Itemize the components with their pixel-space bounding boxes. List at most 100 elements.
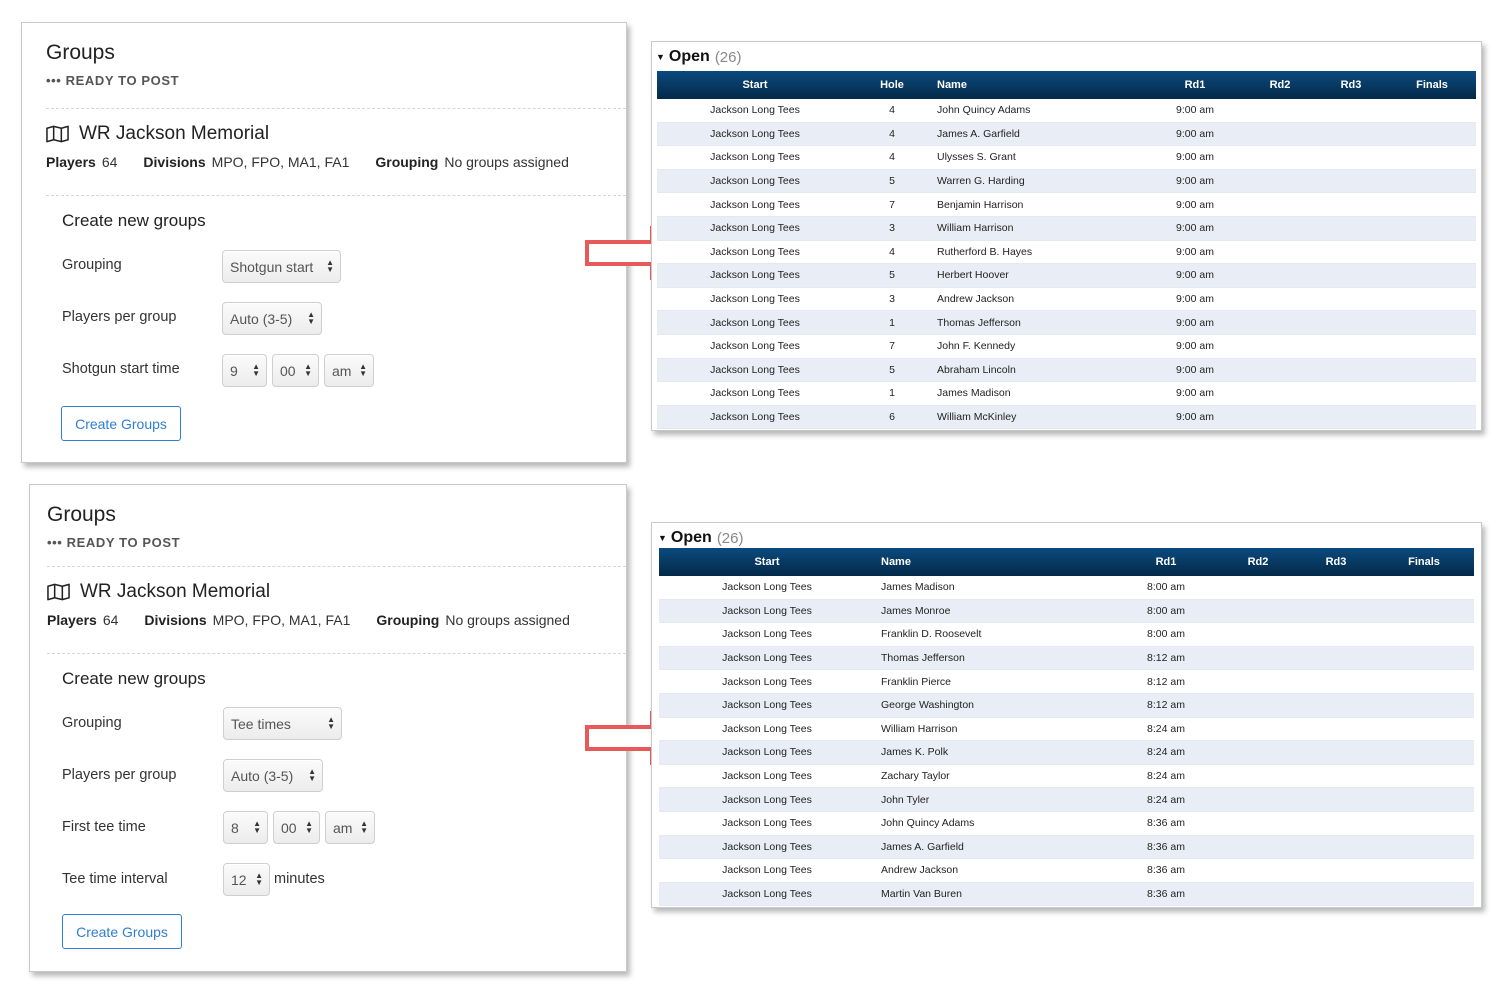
cell-name: Ulysses S. Grant	[937, 151, 1016, 164]
cell-start: Jackson Long Tees	[710, 198, 800, 211]
col-rd1: Rd1	[1184, 79, 1206, 91]
col-rd3: Rd3	[1325, 556, 1347, 568]
cell-start: Jackson Long Tees	[710, 316, 800, 329]
cell-start: Jackson Long Tees	[722, 604, 812, 617]
tee-interval-label: Tee time interval	[62, 871, 168, 887]
select-arrows-icon: ▲ ▼	[252, 362, 260, 378]
col-rd2: Rd2	[1247, 556, 1269, 568]
minute-select[interactable]: 00 ▲ ▼	[273, 811, 320, 844]
event-meta: Players 64 Divisions MPO, FPO, MA1, FA1 Grou…	[47, 612, 570, 628]
ampm-select[interactable]: am ▲ ▼	[325, 811, 375, 844]
col-rd2: Rd2	[1269, 79, 1291, 91]
hour-select[interactable]: 8 ▲ ▼	[223, 811, 268, 844]
grouping-value: No groups assigned	[445, 612, 570, 628]
players-label: Players	[46, 154, 96, 170]
table-row: Jackson Long Tees 5 Herbert Hoover 9:00 am	[657, 264, 1476, 288]
ampm-value: am	[333, 819, 353, 836]
cell-start: Jackson Long Tees	[710, 175, 800, 188]
event-header: WR Jackson Memorial	[46, 123, 269, 145]
table-row: Jackson Long Tees 5 Abraham Lincoln 9:00 am	[657, 358, 1476, 383]
cell-rd1: 8:36 am	[1147, 864, 1185, 877]
players-count: 64	[102, 612, 119, 628]
cell-start: Jackson Long Tees	[722, 722, 812, 735]
grouping-select[interactable]: Shotgun start ▲ ▼	[222, 250, 341, 283]
cell-name: Abraham Lincoln	[937, 363, 1016, 376]
division-name: Open	[668, 48, 710, 65]
cell-rd1: 9:00 am	[1176, 411, 1214, 424]
select-arrows-icon: ▲ ▼	[360, 819, 368, 835]
map-icon	[46, 125, 69, 143]
tee-interval-select[interactable]: 12 ▲ ▼	[223, 863, 270, 896]
division-toggle[interactable]: ▼ Open (26)	[656, 48, 742, 66]
ampm-select[interactable]: am ▲ ▼	[324, 354, 374, 387]
cell-rd1: 9:00 am	[1176, 387, 1214, 400]
cell-name: Zachary Taylor	[881, 770, 950, 783]
players-per-group-select[interactable]: Auto (3-5) ▲ ▼	[222, 302, 322, 335]
cell-start: Jackson Long Tees	[722, 770, 812, 783]
table-row: Jackson Long Tees John Quincy Adams 8:36 a…	[659, 812, 1474, 836]
players-per-group-value: Auto (3-5)	[231, 767, 294, 784]
table-row: Jackson Long Tees George Washington 8:12 a…	[659, 693, 1474, 718]
table-row: Jackson Long Tees James A. Garfield 8:36 a…	[659, 835, 1474, 860]
interval-unit: minutes	[274, 871, 325, 887]
table-row: Jackson Long Tees Martin Van Buren 8:36 am	[659, 882, 1474, 907]
cell-start: Jackson Long Tees	[710, 387, 800, 400]
cell-start: Jackson Long Tees	[722, 840, 812, 853]
division-toggle[interactable]: ▼ Open (26)	[658, 529, 744, 547]
table-row: Jackson Long Tees James Monroe 8:00 am	[659, 599, 1474, 624]
grouping-select[interactable]: Tee times ▲ ▼	[223, 707, 342, 740]
table-row: Jackson Long Tees John Tyler 8:24 am	[659, 788, 1474, 812]
first-tee-time-label: First tee time	[62, 819, 146, 835]
cell-rd1: 9:00 am	[1176, 269, 1214, 282]
grouping-field-label: Grouping	[62, 257, 122, 273]
start-time-label: Shotgun start time	[62, 361, 180, 377]
collapse-triangle-icon: ▼	[656, 52, 665, 62]
create-groups-button[interactable]: Create Groups	[62, 914, 182, 949]
cell-start: Jackson Long Tees	[722, 817, 812, 830]
table-header: Start Hole Name Rd1 Rd2 Rd3 Finals	[657, 71, 1476, 99]
cell-start: Jackson Long Tees	[710, 269, 800, 282]
cell-name: John Quincy Adams	[937, 104, 1031, 117]
create-groups-button[interactable]: Create Groups	[61, 406, 181, 441]
select-arrows-icon: ▲ ▼	[359, 362, 367, 378]
create-groups-title: Create new groups	[62, 211, 206, 230]
event-meta: Players 64 Divisions MPO, FPO, MA1, FA1 Grou…	[46, 154, 569, 170]
divisions-label: Divisions	[144, 612, 207, 628]
cell-rd1: 8:24 am	[1147, 793, 1185, 806]
cell-hole: 5	[889, 363, 895, 376]
tee-interval-value: 12	[231, 871, 247, 888]
cell-rd1: 9:00 am	[1176, 293, 1214, 306]
divisions-value: MPO, FPO, MA1, FA1	[212, 612, 351, 628]
results-table: Start Name Rd1 Rd2 Rd3 Finals Jackson Lo…	[659, 548, 1474, 907]
cell-name: Benjamin Harrison	[937, 198, 1024, 211]
table-row: Jackson Long Tees 4 Ulysses S. Grant 9:00 a…	[657, 146, 1476, 170]
table-row: Jackson Long Tees Thomas Jefferson 8:12 am	[659, 646, 1474, 671]
cell-start: Jackson Long Tees	[722, 581, 812, 594]
table-row: Jackson Long Tees 1 James Madison 9:00 am	[657, 382, 1476, 406]
minute-select[interactable]: 00 ▲ ▼	[272, 354, 319, 387]
cell-rd1: 9:00 am	[1176, 198, 1214, 211]
cell-rd1: 8:12 am	[1147, 652, 1185, 665]
hour-select[interactable]: 9 ▲ ▼	[222, 354, 267, 387]
cell-name: Thomas Jefferson	[881, 652, 965, 665]
divisions-value: MPO, FPO, MA1, FA1	[211, 154, 350, 170]
table-row: Jackson Long Tees 5 Warren G. Harding 9:00 …	[657, 169, 1476, 194]
cell-start: Jackson Long Tees	[722, 746, 812, 759]
divider	[47, 566, 626, 567]
col-hole: Hole	[880, 79, 904, 91]
col-start: Start	[742, 79, 768, 91]
cell-name: Rutherford B. Hayes	[937, 245, 1033, 258]
cell-name: James K. Polk	[881, 746, 949, 759]
table-row: Jackson Long Tees 4 James A. Garfield 9:00 …	[657, 122, 1476, 147]
cell-start: Jackson Long Tees	[722, 888, 812, 901]
players-label: Players	[47, 612, 97, 628]
cell-rd1: 8:24 am	[1147, 770, 1185, 783]
minute-value: 00	[280, 362, 296, 379]
players-per-group-select[interactable]: Auto (3-5) ▲ ▼	[223, 759, 323, 792]
cell-name: James Madison	[937, 387, 1011, 400]
cell-rd1: 9:00 am	[1176, 175, 1214, 188]
players-count: 64	[101, 154, 118, 170]
table-header: Start Name Rd1 Rd2 Rd3 Finals	[659, 548, 1474, 576]
divisions-label: Divisions	[143, 154, 206, 170]
table-row: Jackson Long Tees James Madison 8:00 am	[659, 576, 1474, 600]
